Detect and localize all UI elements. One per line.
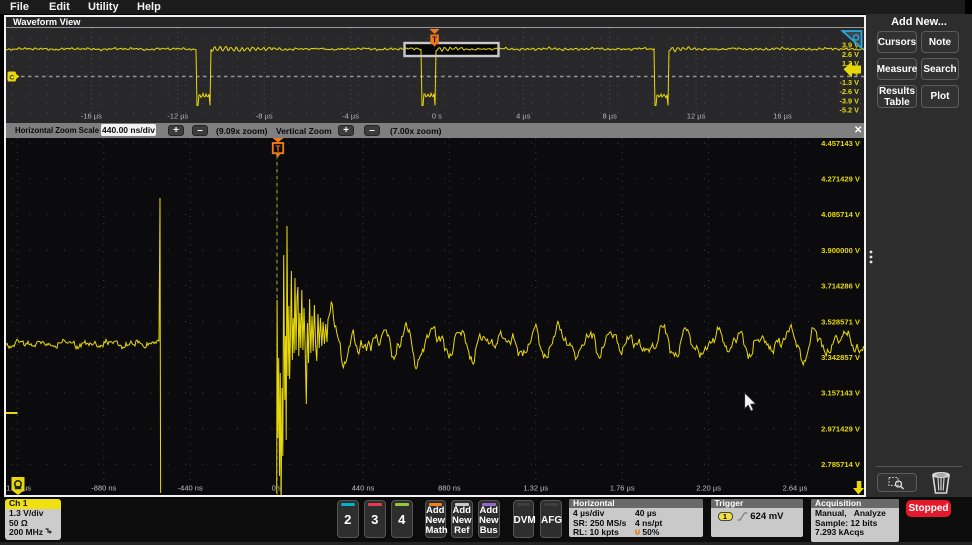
svg-text:2.971429 V: 2.971429 V (821, 424, 861, 433)
svg-text:-1.3 V: -1.3 V (840, 78, 860, 87)
svg-text:0 s: 0 s (272, 484, 282, 493)
svg-text:3.900000 V: 3.900000 V (821, 246, 861, 255)
svg-text:-3.9 V: -3.9 V (840, 97, 860, 106)
svg-text:3.342857 V: 3.342857 V (821, 353, 861, 362)
svg-text:4.271429 V: 4.271429 V (821, 175, 861, 184)
svg-text:-880 ns: -880 ns (91, 484, 116, 493)
svg-text:-4 µs: -4 µs (342, 112, 359, 121)
svg-text:C: C (9, 74, 14, 81)
svg-text:-2.6 V: -2.6 V (840, 87, 860, 96)
svg-text:4 µs: 4 µs (516, 112, 531, 121)
svg-text:2.6 V: 2.6 V (842, 50, 859, 59)
svg-text:1.32 µs: 1.32 µs (523, 484, 548, 493)
svg-text:440 ns: 440 ns (352, 484, 375, 493)
svg-text:-8 µs: -8 µs (256, 112, 273, 121)
svg-text:2.20 µs: 2.20 µs (696, 484, 721, 493)
svg-text:12 µs: 12 µs (687, 112, 706, 121)
svg-text:0 s: 0 s (432, 112, 442, 121)
svg-text:4.457143 V: 4.457143 V (821, 139, 861, 148)
svg-text:-12 µs: -12 µs (167, 112, 188, 121)
svg-text:-5.2 V: -5.2 V (840, 106, 860, 115)
svg-text:2.64 µs: 2.64 µs (783, 484, 808, 493)
svg-text:T: T (275, 144, 281, 154)
svg-text:4.085714 V: 4.085714 V (821, 210, 861, 219)
svg-text:16 µs: 16 µs (773, 112, 792, 121)
svg-text:3.714286 V: 3.714286 V (821, 282, 861, 291)
svg-text:-440 ns: -440 ns (178, 484, 203, 493)
svg-text:2.785714 V: 2.785714 V (821, 460, 861, 469)
svg-text:880 ns: 880 ns (438, 484, 461, 493)
svg-text:1.76 µs: 1.76 µs (610, 484, 635, 493)
svg-text:-16 µs: -16 µs (81, 112, 102, 121)
svg-text:3.157143 V: 3.157143 V (821, 389, 861, 398)
svg-text:3.528571 V: 3.528571 V (821, 317, 861, 326)
svg-text:T: T (432, 35, 437, 44)
svg-text:8 µs: 8 µs (603, 112, 618, 121)
